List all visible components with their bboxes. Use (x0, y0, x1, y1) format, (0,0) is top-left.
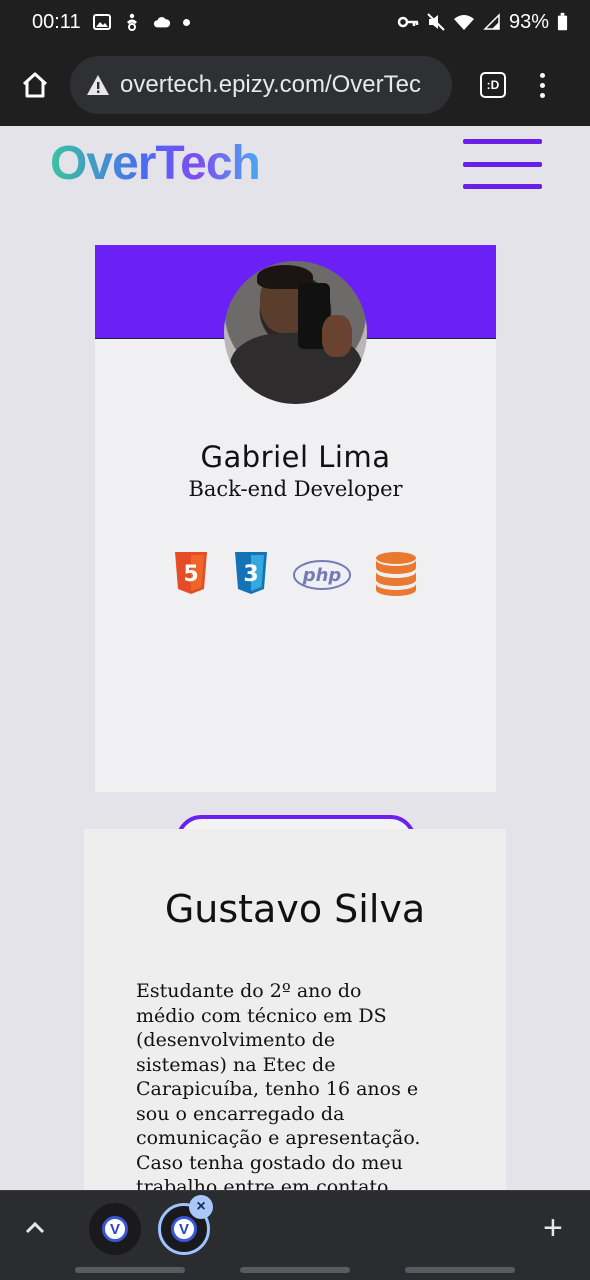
bio-line: Caso tenha gostado do meu (136, 1151, 403, 1174)
bio-line: Estudante do 2º ano do (136, 980, 362, 1002)
cloud-icon (153, 17, 170, 28)
tech-icons: 5 3 php (173, 551, 423, 601)
hamburger-line (463, 139, 542, 144)
bio-line: trabalho entre em contato (136, 1176, 389, 1190)
battery-icon (557, 12, 568, 31)
avatar-hand (322, 315, 352, 357)
browser-toolbar: overtech.epizy.com/OverTec :D (0, 44, 590, 126)
profile-bio: Estudante do 2º ano do médio com técnico… (136, 979, 450, 1190)
bio-line: (desenvolvimento de (136, 1029, 336, 1051)
bio-line: médio com técnico em DS (136, 1004, 387, 1027)
accessibility-icon (126, 13, 137, 31)
status-left: 00:11 (32, 11, 190, 34)
home-icon (22, 72, 48, 98)
web-page: OverTech Gabriel Lima Back-end Developer… (0, 126, 590, 1190)
address-bar[interactable]: overtech.epizy.com/OverTec (70, 56, 452, 114)
bio-line: sistemas) na Etec de (136, 1053, 336, 1076)
hamburger-line (463, 184, 542, 189)
key-icon (397, 16, 419, 28)
profile-card-gustavo: Gustavo Silva Estudante do 2º ano do méd… (84, 829, 506, 1190)
bio-line: comunicação e apresentação. (136, 1127, 421, 1149)
menu-dot-icon (540, 82, 545, 88)
profile-card-gabriel: Gabriel Lima Back-end Developer 5 3 php (95, 245, 496, 866)
warning-icon (87, 75, 109, 95)
home-button[interactable] (18, 68, 52, 102)
status-bar: 00:11 93% (0, 0, 590, 44)
site-favicon: V (102, 1216, 128, 1242)
browser-menu-button[interactable] (540, 72, 545, 98)
battery-percent: 93% (508, 10, 549, 33)
bio-line: Carapicuíba, tenho 16 anos e (136, 1078, 419, 1100)
site-logo[interactable]: OverTech (50, 136, 261, 191)
hamburger-line (463, 161, 542, 167)
php-label: php (302, 565, 342, 586)
profile-role: Back-end Developer (188, 477, 403, 501)
profile-name: Gabriel Lima (200, 440, 391, 474)
profile-name: Gustavo Silva (164, 887, 426, 931)
database-icon (376, 552, 416, 596)
close-tab-button[interactable]: × (189, 1195, 213, 1219)
more-notifications-dot-icon (182, 18, 190, 26)
menu-dot-icon (540, 92, 545, 98)
css3-icon: 3 (235, 552, 267, 594)
hamburger-menu-button[interactable] (463, 139, 542, 189)
tab-switcher-button[interactable]: :D (480, 72, 506, 98)
url-text: overtech.epizy.com/OverTec (120, 71, 421, 98)
status-time: 00:11 (32, 10, 81, 33)
bio-line: sou o encarregado da (136, 1102, 345, 1125)
profile-avatar (224, 261, 367, 404)
html5-icon: 5 (175, 552, 207, 594)
menu-dot-icon (540, 72, 545, 78)
html5-badge: 5 (183, 562, 198, 587)
nav-handle (240, 1267, 350, 1273)
wifi-icon (453, 15, 474, 30)
site-favicon: V (171, 1216, 197, 1242)
new-tab-button[interactable]: + (543, 1211, 563, 1245)
php-icon: php (293, 560, 351, 590)
status-right: 93% (397, 11, 568, 34)
css3-badge: 3 (243, 562, 258, 587)
nav-handle (405, 1267, 515, 1273)
image-notification-icon (92, 14, 111, 30)
mute-icon (427, 13, 445, 31)
tab-thumbnail[interactable]: V (89, 1203, 141, 1255)
nav-handle (75, 1267, 185, 1273)
signal-icon (483, 13, 500, 30)
chevron-up-icon[interactable] (24, 1217, 46, 1239)
